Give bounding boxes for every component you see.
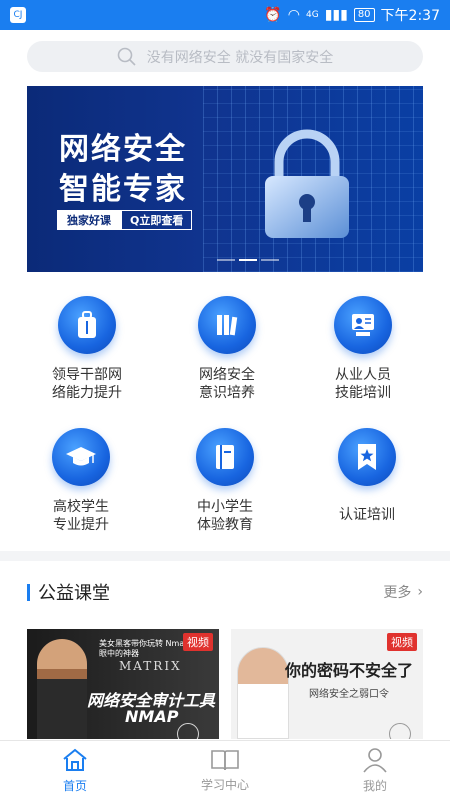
status-right: ⏰ ◠ 4G ▮▮▮ 80 下午2:37	[264, 5, 440, 25]
menu-label: 从业人员 技能培训	[335, 367, 391, 401]
carousel-dot[interactable]	[217, 259, 235, 261]
menu-label: 领导干部网 络能力提升	[52, 367, 122, 401]
search-input[interactable]: 没有网络安全 就没有国家安全	[27, 41, 423, 72]
banner-line2: 智能专家	[59, 172, 187, 207]
padlock-icon	[265, 129, 349, 238]
section-accent-bar	[27, 583, 30, 601]
menu-label: 网络安全 意识培养	[199, 367, 255, 401]
menu-label: 高校学生 专业提升	[53, 499, 109, 533]
play-icon[interactable]	[389, 723, 411, 739]
alarm-icon: ⏰	[264, 7, 282, 23]
home-icon	[63, 748, 87, 771]
tab-label: 首页	[62, 779, 87, 793]
menu-item-practitioners[interactable]: 从业人员 技能培训	[293, 296, 433, 402]
wifi-icon: ◠	[287, 7, 300, 23]
app-badge-icon: CJ	[10, 7, 26, 23]
carousel-dots	[217, 259, 279, 261]
course-title: 你的密码不安全了	[285, 661, 414, 680]
menu-item-leader[interactable]: 领导干部网 络能力提升	[17, 296, 157, 402]
tab-label: 学习中心	[200, 778, 249, 792]
tab-label: 我的	[362, 779, 387, 793]
banner-carousel[interactable]: 网络安全 智能专家 独家好课 Q立即查看	[27, 86, 423, 272]
battery-icon: 80	[353, 8, 375, 22]
chevron-right-icon: ›	[417, 584, 423, 600]
luggage-icon	[58, 296, 116, 354]
video-tag: 视频	[183, 633, 213, 651]
graduation-cap-icon	[52, 428, 110, 486]
menu-item-certification[interactable]: 认证培训	[297, 428, 437, 524]
menu-label: 中小学生 体验教育	[197, 499, 253, 533]
tab-study-center[interactable]: 学习中心	[150, 741, 300, 800]
tab-me[interactable]: 我的	[300, 741, 450, 800]
menu-item-awareness[interactable]: 网络安全 意识培养	[157, 296, 297, 402]
clock: 下午2:37	[380, 8, 440, 24]
signal-label: 4G	[305, 10, 319, 20]
banner-headline: 网络安全 智能专家	[59, 130, 187, 210]
tab-home[interactable]: 首页	[0, 741, 150, 800]
exclusive-tag: 独家好课	[57, 210, 121, 230]
section-divider	[0, 551, 450, 561]
section-header: 公益课堂 更多 ›	[27, 580, 423, 604]
more-label: 更多	[383, 585, 412, 601]
menu-item-school[interactable]: 中小学生 体验教育	[155, 428, 295, 534]
section-title: 公益课堂	[38, 583, 110, 604]
books-icon	[198, 296, 256, 354]
search-placeholder: 没有网络安全 就没有国家安全	[146, 49, 334, 66]
person-icon	[363, 748, 387, 773]
carousel-dot-active[interactable]	[239, 259, 257, 261]
view-now-button[interactable]: Q立即查看	[121, 210, 193, 230]
presenter-icon	[334, 296, 392, 354]
book-icon	[196, 428, 254, 486]
play-icon[interactable]	[177, 723, 199, 739]
bottom-tab-bar: 首页 学习中心 我的	[0, 740, 450, 800]
course-card[interactable]: 你的密码不安全了 网络安全之弱口令 视频	[231, 629, 423, 739]
course-presenter-image	[237, 647, 289, 739]
more-link[interactable]: 更多 ›	[383, 582, 423, 602]
course-title-line2: NMAP	[125, 707, 179, 726]
course-card[interactable]: 美女黑客带你玩转 Nmap 黑客眼中的神器 MATRIX 网络安全审计工具 NM…	[27, 629, 219, 739]
status-bar: CJ ⏰ ◠ 4G ▮▮▮ 80 下午2:37	[0, 0, 450, 30]
carousel-dot[interactable]	[261, 259, 279, 261]
course-presenter-image	[37, 639, 87, 739]
course-brand: MATRIX	[119, 659, 182, 673]
menu-item-college[interactable]: 高校学生 专业提升	[11, 428, 151, 534]
open-book-icon	[211, 750, 239, 771]
banner-line1: 网络安全	[59, 132, 187, 167]
course-subtitle: 网络安全之弱口令	[309, 689, 389, 700]
bookmark-star-icon	[338, 428, 396, 486]
signal-icon: ▮▮▮	[324, 7, 348, 23]
search-icon	[117, 47, 136, 66]
menu-label: 认证培训	[339, 507, 395, 523]
banner-tags: 独家好课 Q立即查看	[57, 210, 193, 230]
video-tag: 视频	[387, 633, 417, 651]
